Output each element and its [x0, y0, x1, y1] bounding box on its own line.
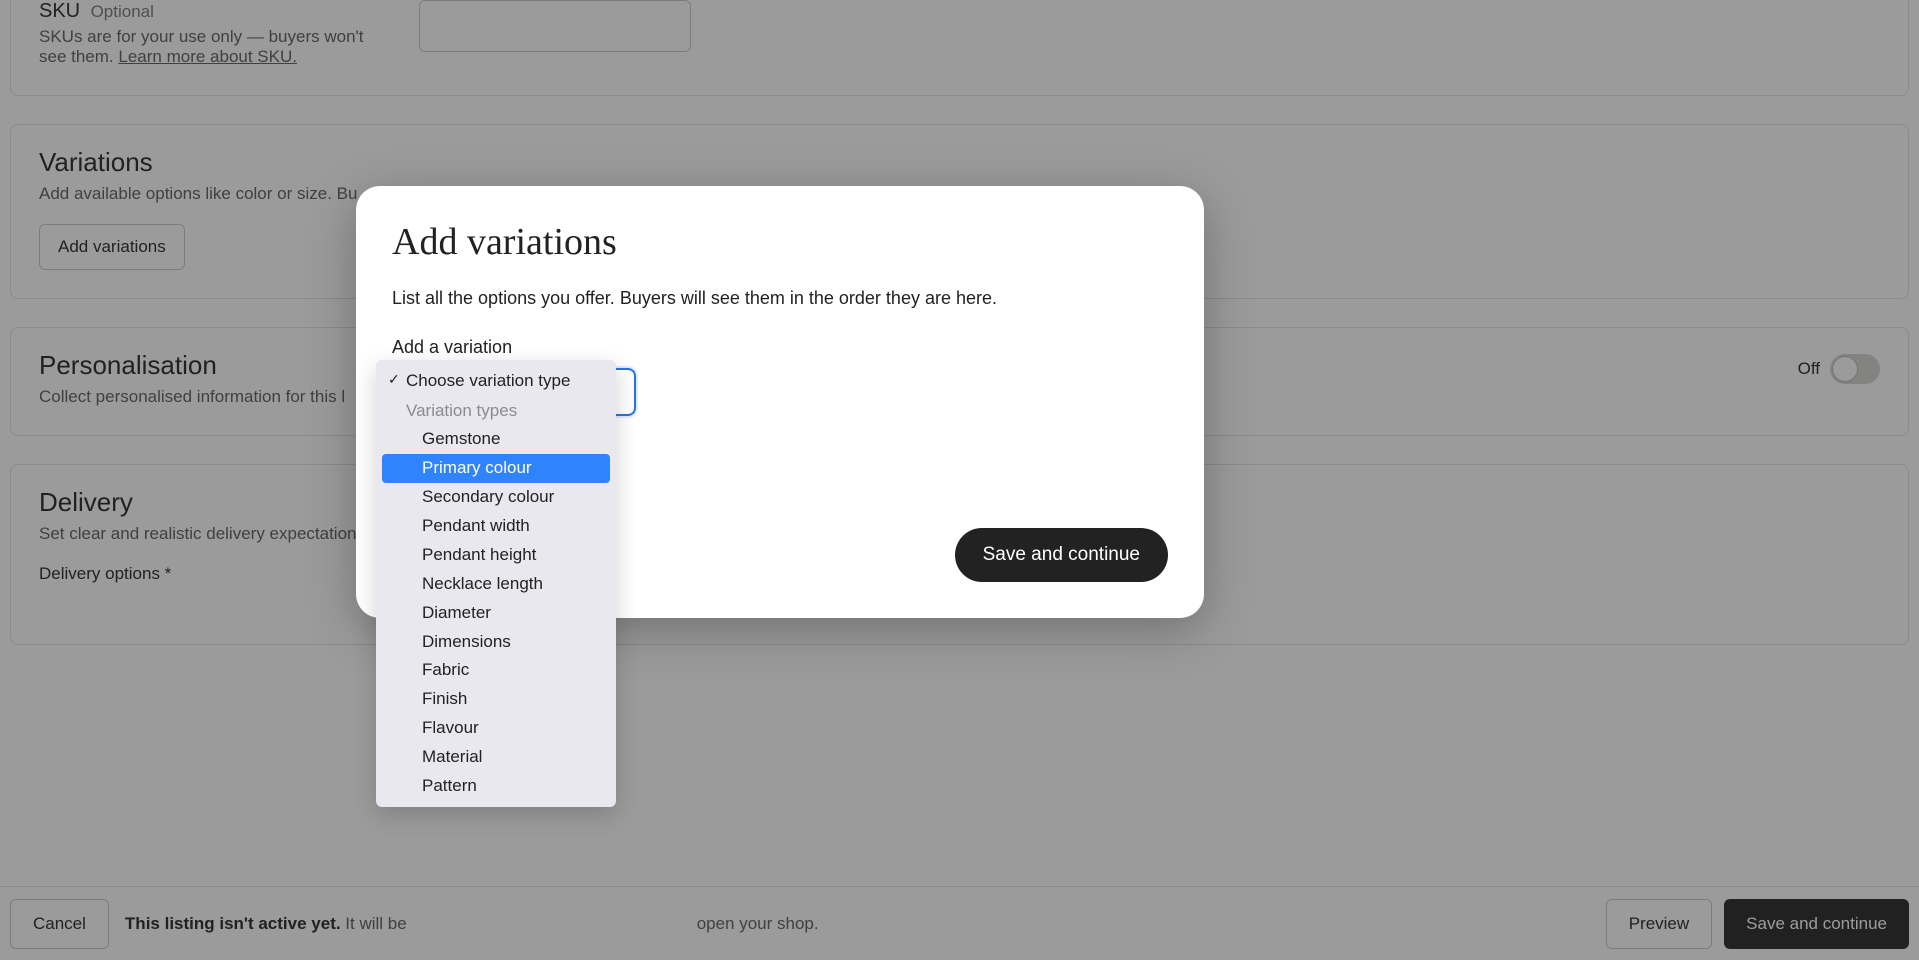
- modal-title: Add variations: [392, 220, 1168, 264]
- dropdown-option[interactable]: Pendant height: [382, 541, 610, 570]
- dropdown-option[interactable]: Material: [382, 743, 610, 772]
- variation-field-label: Add a variation: [392, 337, 1168, 358]
- dropdown-option[interactable]: Finish: [382, 685, 610, 714]
- dropdown-current-selection[interactable]: Choose variation type: [382, 366, 610, 397]
- dropdown-option[interactable]: Secondary colour: [382, 483, 610, 512]
- dropdown-group-label: Variation types: [382, 397, 610, 425]
- dropdown-option[interactable]: Flavour: [382, 714, 610, 743]
- dropdown-option[interactable]: Pendant width: [382, 512, 610, 541]
- variation-type-dropdown: Choose variation type Variation types Ge…: [376, 360, 616, 807]
- dropdown-option[interactable]: Fabric: [382, 656, 610, 685]
- dropdown-option[interactable]: Diameter: [382, 599, 610, 628]
- dropdown-option[interactable]: Gemstone: [382, 425, 610, 454]
- dropdown-option[interactable]: Dimensions: [382, 628, 610, 657]
- dropdown-option[interactable]: Pattern: [382, 772, 610, 801]
- dropdown-option[interactable]: Primary colour: [382, 454, 610, 483]
- modal-description: List all the options you offer. Buyers w…: [392, 288, 1168, 309]
- modal-save-button[interactable]: Save and continue: [955, 528, 1168, 582]
- dropdown-option[interactable]: Necklace length: [382, 570, 610, 599]
